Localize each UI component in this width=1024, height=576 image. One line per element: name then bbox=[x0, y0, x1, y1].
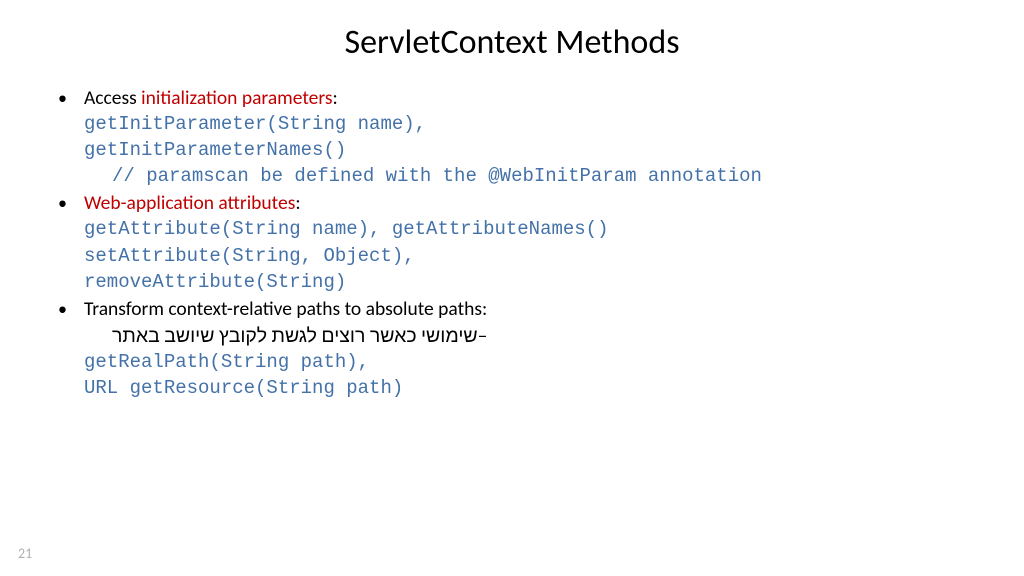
code-line-2a: getAttribute(String name), getAttributeN… bbox=[84, 217, 968, 242]
bullet-item-1: Access initialization parameters: bbox=[56, 85, 968, 111]
b1-red: initialization parameters bbox=[141, 86, 332, 110]
code-line-2c: removeAttribute(String) bbox=[84, 270, 968, 295]
bullet-icon bbox=[56, 296, 84, 322]
bullet-text-1: Access initialization parameters: bbox=[84, 85, 968, 111]
code-line-1c: // paramscan be defined with the @WebIni… bbox=[112, 164, 968, 190]
sub-bullet-3: – שימושי כאשר רוצים לגשת לקובץ שיושב באת… bbox=[112, 323, 968, 349]
bullet-text-2: Web-application attributes: bbox=[84, 190, 968, 216]
page-number: 21 bbox=[18, 545, 32, 562]
bullet-item-3: Transform context-relative paths to abso… bbox=[56, 296, 968, 322]
b2-red: Web-application attributes bbox=[84, 191, 295, 215]
bullet-item-2: Web-application attributes: bbox=[56, 190, 968, 216]
bullet-icon bbox=[56, 85, 84, 111]
bullet-icon bbox=[56, 190, 84, 216]
slide-title: ServletContext Methods bbox=[56, 22, 968, 63]
b1-prefix: Access bbox=[84, 86, 141, 110]
sub-bullet-text: שימושי כאשר רוצים לגשת לקובץ שיושב באתר bbox=[112, 323, 478, 349]
code-line-1a: getInitParameter(String name), bbox=[84, 112, 968, 137]
code-line-2b: setAttribute(String, Object), bbox=[84, 244, 968, 269]
b1-suffix: : bbox=[332, 86, 337, 110]
bullet-text-3: Transform context-relative paths to abso… bbox=[84, 296, 968, 322]
code-line-1b: getInitParameterNames() bbox=[84, 138, 968, 163]
slide-content: Access initialization parameters: getIni… bbox=[56, 85, 968, 401]
dash-icon: – bbox=[478, 323, 494, 349]
b2-suffix: : bbox=[295, 191, 300, 215]
slide: ServletContext Methods Access initializa… bbox=[0, 0, 1024, 576]
code-line-3b: URL getResource(String path) bbox=[84, 376, 968, 401]
code-line-3a: getRealPath(String path), bbox=[84, 350, 968, 375]
